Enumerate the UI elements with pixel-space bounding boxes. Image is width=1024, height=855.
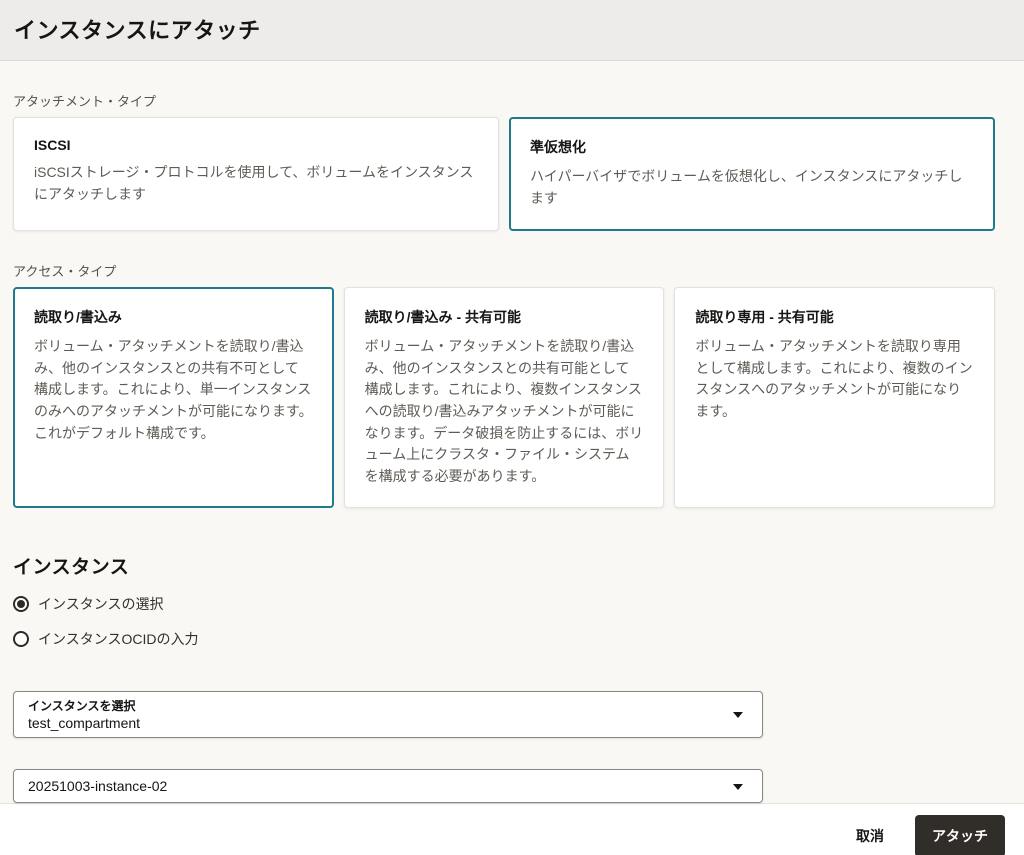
instance-select[interactable]: 20251003-instance-02 — [13, 768, 763, 803]
access-type-option-read-write-shareable[interactable]: 読取り/書込み - 共有可能 ボリューム・アタッチメントを読取り/書込み、他のイ… — [343, 287, 665, 508]
radio-enter-instance-ocid[interactable]: インスタンスOCIDの入力 — [13, 629, 995, 649]
option-description: ボリューム・アタッチメントを読取り専用として構成します。これにより、複数のインス… — [695, 338, 973, 420]
access-type-option-read-only-shareable[interactable]: 読取り専用 - 共有可能 ボリューム・アタッチメントを読取り専用として構成します… — [674, 287, 996, 508]
option-description: ボリューム・アタッチメントを読取り/書込み、他のインスタンスとの共有可能として構… — [364, 338, 644, 485]
attach-button[interactable]: アタッチ — [915, 814, 1005, 855]
access-type-options: 読取り/書込み ボリューム・アタッチメントを読取り/書込み、他のインスタンスとの… — [13, 287, 996, 508]
option-title: ISCSI — [34, 137, 71, 153]
compartment-select-value: test_compartment — [28, 714, 141, 731]
access-type-label: アクセス・タイプ — [13, 264, 117, 279]
page-title: インスタンスにアタッチ — [14, 18, 261, 43]
attachment-type-options: ISCSI iSCSIストレージ・プロトコルを使用して、ボリュームをインスタンス… — [13, 117, 995, 231]
dialog-footer: 取消 アタッチ — [0, 802, 1024, 855]
access-type-option-read-write[interactable]: 読取り/書込み ボリューム・アタッチメントを読取り/書込み、他のインスタンスとの… — [13, 287, 334, 508]
attachment-type-option-paravirtualized[interactable]: 準仮想化 ハイパーバイザでボリュームを仮想化し、インスタンスにアタッチします — [509, 117, 995, 231]
option-title: 読取り専用 - 共有可能 — [695, 309, 834, 325]
radio-button-icon[interactable] — [13, 630, 29, 647]
chevron-down-icon — [733, 712, 743, 719]
radio-button-icon[interactable] — [13, 595, 29, 612]
attach-volume-dialog: インスタンスにアタッチ アタッチメント・タイプ ISCSI iSCSIストレージ… — [0, 0, 1024, 855]
attachment-type-option-iscsi[interactable]: ISCSI iSCSIストレージ・プロトコルを使用して、ボリュームをインスタンス… — [13, 117, 499, 231]
dialog-body: アタッチメント・タイプ ISCSI iSCSIストレージ・プロトコルを使用して、… — [0, 61, 1024, 803]
instance-section-heading: インスタンス — [13, 556, 130, 578]
option-description: iSCSIストレージ・プロトコルを使用して、ボリュームをインスタンスにアタッチし… — [34, 164, 474, 202]
chevron-down-icon — [733, 783, 743, 790]
cancel-button[interactable]: 取消 — [852, 818, 888, 854]
radio-label: インスタンスOCIDの入力 — [38, 630, 199, 647]
compartment-select-label: インスタンスを選択 — [28, 698, 136, 713]
attachment-type-label: アタッチメント・タイプ — [13, 94, 157, 109]
option-title: 読取り/書込み — [34, 309, 122, 325]
radio-label: インスタンスの選択 — [38, 595, 164, 612]
option-title: 準仮想化 — [530, 139, 586, 155]
option-description: ハイパーバイザでボリュームを仮想化し、インスタンスにアタッチします — [530, 168, 963, 206]
radio-select-instance[interactable]: インスタンスの選択 — [13, 594, 995, 614]
dialog-header: インスタンスにアタッチ — [0, 0, 1024, 61]
instance-select-value: 20251003-instance-02 — [28, 777, 168, 794]
option-description: ボリューム・アタッチメントを読取り/書込み、他のインスタンスとの共有不可として構… — [34, 338, 313, 441]
compartment-select[interactable]: インスタンスを選択 test_compartment — [13, 690, 763, 738]
option-title: 読取り/書込み - 共有可能 — [364, 309, 522, 325]
